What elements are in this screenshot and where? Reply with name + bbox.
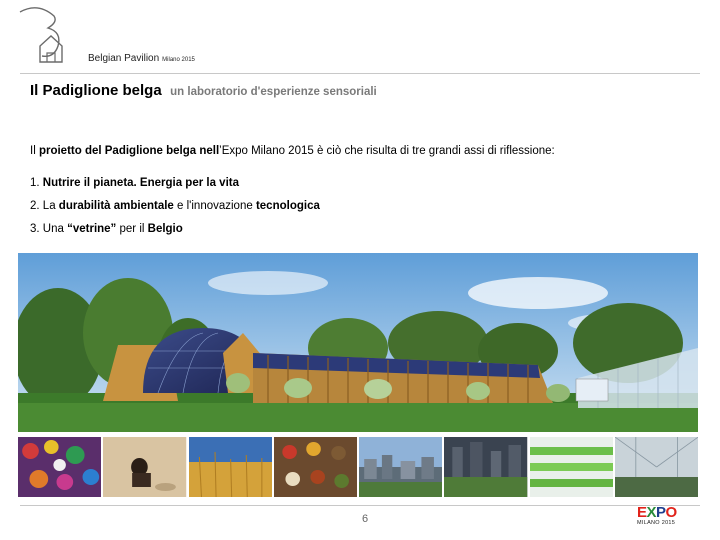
brand-sub: Milano 2015 [162, 57, 195, 63]
thumbnail-child-in-sand [103, 437, 187, 497]
expo-milano-logo: EXPO MILANO 2015 [637, 505, 689, 531]
point-bold: Nutrire il pianeta. Energia per la vita [42, 177, 239, 189]
thumbnail-colorful-beads [18, 437, 102, 497]
title-main: Il Padiglione belga [30, 82, 162, 99]
expo-letter: P [656, 504, 666, 521]
point-text: Una [42, 223, 68, 235]
expo-letter: O [665, 504, 678, 521]
point-text: La [42, 200, 59, 212]
point-1: 1. Nutrire il pianeta. Energia per la vi… [30, 177, 239, 189]
pavilion-rendering-image [13, 253, 698, 432]
point-number: 2. [30, 200, 43, 212]
point-number: 3. [30, 223, 43, 235]
thumbnail-urban-garden [444, 437, 528, 497]
thumbnail-wheat-field [188, 437, 272, 497]
top-divider [20, 73, 700, 74]
point-text: e l'innovazione [173, 200, 256, 212]
intro-bold: proietto del Padiglione belga nell [38, 145, 220, 157]
page-number: 6 [362, 513, 369, 525]
point-bold: “vetrine” [67, 223, 117, 235]
point-text: per il [116, 223, 148, 235]
thumbnail-spices-spoons [273, 437, 357, 497]
pavilion-rendering-illustration [13, 253, 698, 432]
thumbnail-greenhouse-interior [614, 437, 698, 497]
slide-title: Il Padiglione belga un laboratorio d'esp… [30, 82, 377, 100]
thumbnail-hydroponic-greens [529, 437, 613, 497]
point-bold: Belgio [147, 223, 183, 235]
intro-text-1: Il [30, 145, 39, 157]
thumbnail-strip [18, 437, 698, 497]
title-subtitle: un laboratorio d'esperienze sensoriali [170, 86, 377, 98]
expo-letter: E [637, 504, 647, 521]
point-3: 3. Una “vetrine” per il Belgio [30, 223, 183, 235]
point-2: 2. La durabilità ambientale e l'innovazi… [30, 200, 320, 212]
intro-text-2: ’Expo Milano 2015 è ciò che risulta di t… [219, 145, 555, 157]
intro-paragraph: Il proietto del Padiglione belga nell’Ex… [30, 145, 555, 157]
bottom-divider [20, 505, 700, 506]
brand-label: Belgian Pavilion Milano 2015 [88, 53, 195, 64]
expo-subtitle: MILANO 2015 [637, 520, 676, 526]
point-bold: durabilità ambientale [58, 200, 174, 212]
expo-letter: X [646, 504, 657, 521]
thumbnail-city-rooftops [359, 437, 443, 497]
expo-wordmark: EXPO [637, 505, 689, 520]
point-bold: tecnologica [255, 200, 320, 212]
belgian-pavilion-logo: Belgian Pavilion Milano 2015 [18, 6, 218, 68]
point-number: 1. [30, 177, 43, 189]
brand-name: Belgian Pavilion [88, 53, 160, 64]
